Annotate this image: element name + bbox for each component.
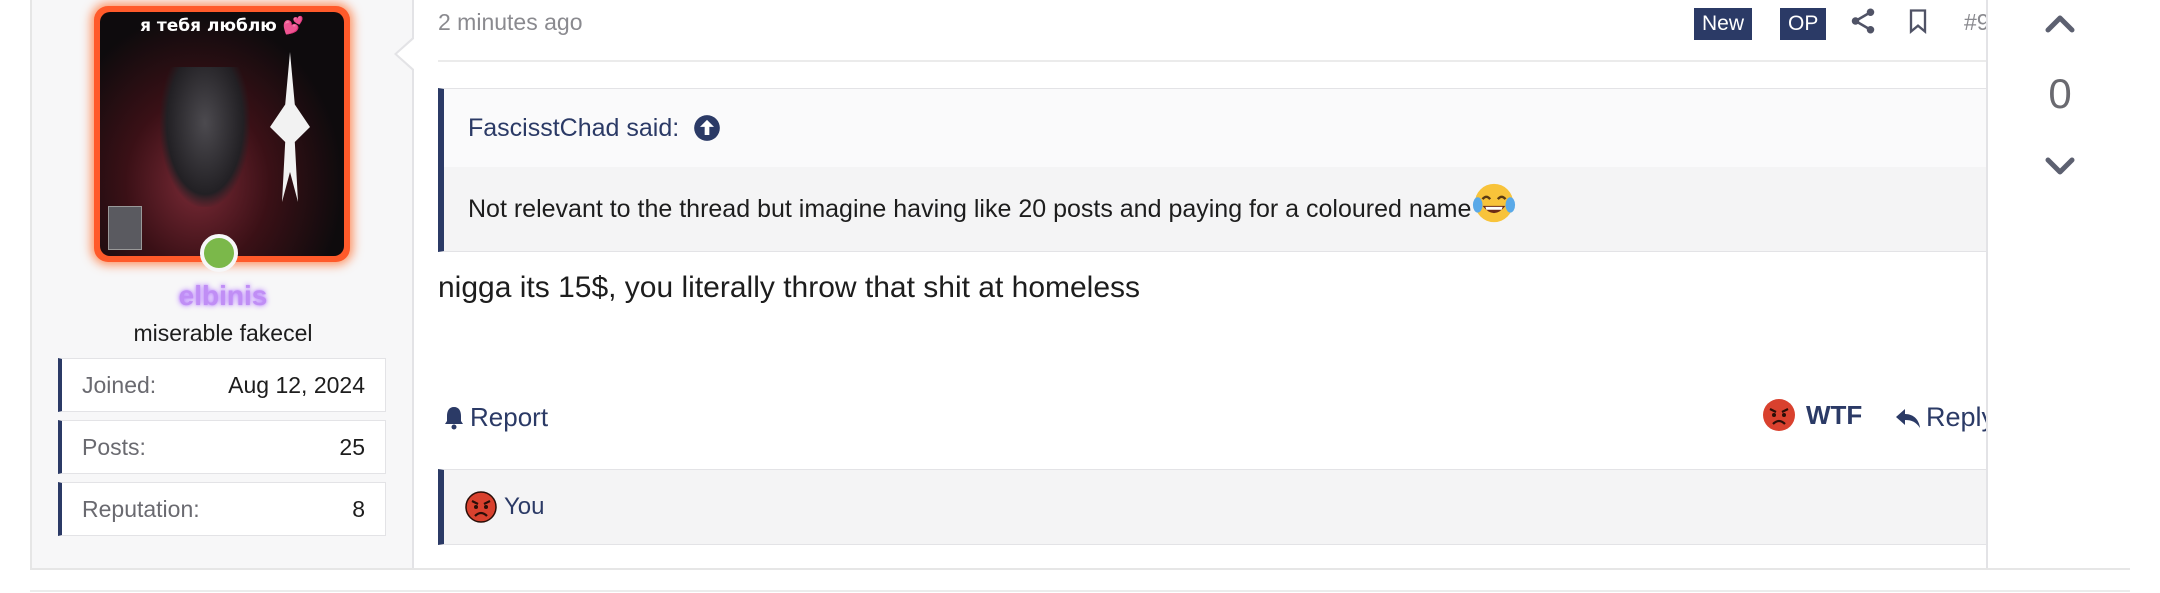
divider <box>438 60 1988 62</box>
avatar-figure <box>160 67 250 207</box>
avatar[interactable]: я тебя люблю 💕 <box>94 6 350 262</box>
downvote-chevron-down-icon[interactable] <box>2040 146 2080 186</box>
quote-header[interactable]: FascisstChad said: <box>444 89 1989 167</box>
vote-score: 0 <box>2048 70 2072 117</box>
reactions-text[interactable]: You <box>504 493 545 521</box>
reply-button[interactable]: Reply <box>1894 402 1995 433</box>
avatar-thumbnail <box>108 206 142 250</box>
user-title: miserable fakecel <box>133 320 313 346</box>
angry-face-icon <box>465 491 497 523</box>
quote-author[interactable]: FascisstChad said: <box>468 114 679 143</box>
quote-block: FascisstChad said: Not relevant to the t… <box>438 88 1990 252</box>
arrow-circle-up-icon[interactable] <box>693 114 721 142</box>
new-badge: New <box>1694 8 1753 40</box>
avatar-caption: я тебя люблю 💕 <box>140 16 304 36</box>
post-message: nigga its 15$, you literally throw that … <box>438 271 1141 304</box>
online-status-indicator <box>200 234 238 272</box>
divider <box>30 590 2130 592</box>
reply-arrow-icon <box>1896 408 1920 428</box>
share-icon[interactable] <box>1848 6 1884 42</box>
angry-face-icon <box>1763 399 1795 431</box>
stat-label: Reputation: <box>82 495 200 522</box>
quote-text: Not relevant to the thread but imagine h… <box>468 194 1472 223</box>
report-label: Report <box>470 402 549 432</box>
face-with-tears-of-joy-icon <box>1473 183 1516 223</box>
vote-column: 0 <box>1986 0 2130 568</box>
stat-value: 8 <box>352 495 365 522</box>
stat-reputation: Reputation: 8 <box>58 482 386 536</box>
stat-value: 25 <box>339 433 365 460</box>
post-container: я тебя люблю 💕 elbinis miserable fakecel… <box>30 0 2130 570</box>
wtf-reaction-button[interactable]: WTF <box>1762 398 1862 432</box>
stat-value: Aug 12, 2024 <box>228 371 365 398</box>
user-cell-arrow <box>394 36 415 72</box>
report-button[interactable]: Report <box>442 402 548 433</box>
reply-label: Reply <box>1926 402 1996 432</box>
username[interactable]: elbinis <box>32 280 414 312</box>
bell-icon <box>445 406 463 429</box>
stat-joined: Joined: Aug 12, 2024 <box>58 358 386 412</box>
op-badge: OP <box>1780 8 1827 40</box>
reactions-bar[interactable]: You <box>438 469 1990 545</box>
avatar-star-graphic <box>270 52 310 202</box>
avatar-image: я тебя люблю 💕 <box>100 12 344 256</box>
post-main: 2 minutes ago New OP #9 FascisstChad sai… <box>416 0 2016 568</box>
upvote-chevron-up-icon[interactable] <box>2040 4 2080 44</box>
quote-body: Not relevant to the thread but imagine h… <box>444 167 1989 251</box>
stat-label: Joined: <box>82 371 157 398</box>
user-cell: я тебя люблю 💕 elbinis miserable fakecel… <box>32 0 414 568</box>
wtf-label: WTF <box>1806 399 1863 430</box>
post-timestamp[interactable]: 2 minutes ago <box>438 9 582 36</box>
bookmark-icon[interactable] <box>1904 6 1940 42</box>
stat-label: Posts: <box>82 433 146 460</box>
stat-posts: Posts: 25 <box>58 420 386 474</box>
